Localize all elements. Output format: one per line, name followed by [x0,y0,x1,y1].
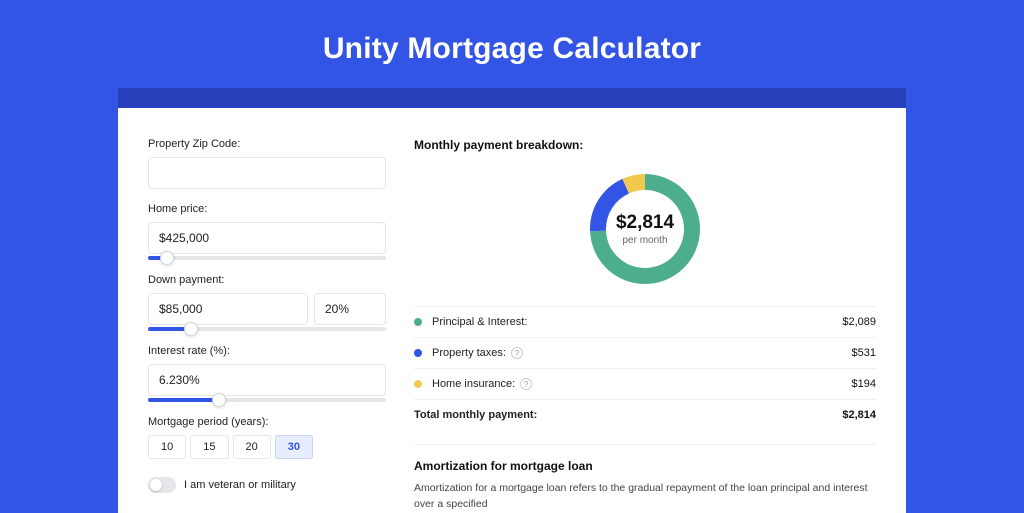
interest-input[interactable] [148,364,386,396]
legend-row: Property taxes:? $531 [414,338,876,369]
period-options: 10152030 [148,435,386,459]
veteran-toggle[interactable] [148,477,176,493]
interest-slider-fill [148,398,219,402]
period-option-20[interactable]: 20 [233,435,271,459]
legend-dot [414,349,422,357]
zip-label: Property Zip Code: [148,138,386,150]
breakdown-column: Monthly payment breakdown: $2,814 per mo… [414,138,876,513]
home-price-slider[interactable] [148,256,386,260]
period-label: Mortgage period (years): [148,416,386,428]
down-payment-slider[interactable] [148,327,386,331]
zip-row: Property Zip Code: [148,138,386,189]
zip-input[interactable] [148,157,386,189]
home-price-slider-thumb[interactable] [160,251,174,265]
down-payment-label: Down payment: [148,274,386,286]
legend-label: Property taxes:? [432,347,523,359]
donut-wrap: $2,814 per month [414,162,876,306]
down-payment-percent-input[interactable] [314,293,386,325]
legend-dot [414,318,422,326]
page-header: Unity Mortgage Calculator [0,0,1024,88]
down-payment-amount-input[interactable] [148,293,308,325]
legend-row: Home insurance:? $194 [414,369,876,400]
veteran-row: I am veteran or military [148,477,386,493]
interest-slider-thumb[interactable] [212,393,226,407]
interest-row: Interest rate (%): [148,345,386,402]
payment-donut-chart: $2,814 per month [584,168,706,290]
legend-row: Principal & Interest: $2,089 [414,307,876,338]
legend-total-row: Total monthly payment: $2,814 [414,400,876,430]
home-price-label: Home price: [148,203,386,215]
amortization-section: Amortization for mortgage loan Amortizat… [414,444,876,513]
total-value: $2,814 [842,409,876,421]
legend-label: Home insurance:? [432,378,532,390]
amortization-title: Amortization for mortgage loan [414,459,876,473]
help-icon[interactable]: ? [520,378,532,390]
interest-slider[interactable] [148,398,386,402]
home-price-row: Home price: [148,203,386,260]
down-payment-slider-thumb[interactable] [184,322,198,336]
header-accent-bar [118,88,906,108]
inputs-column: Property Zip Code: Home price: Down paym… [148,138,386,513]
legend-value: $531 [852,347,876,359]
donut-sub: per month [622,235,667,246]
page-title: Unity Mortgage Calculator [0,32,1024,66]
legend-dot [414,380,422,388]
donut-center: $2,814 per month [584,168,706,290]
legend-value: $2,089 [842,316,876,328]
total-label: Total monthly payment: [414,409,537,421]
help-icon[interactable]: ? [511,347,523,359]
legend-value: $194 [852,378,876,390]
breakdown-legend: Principal & Interest: $2,089 Property taxe… [414,306,876,430]
donut-amount: $2,814 [616,212,674,234]
veteran-label: I am veteran or military [184,479,296,491]
down-payment-row: Down payment: [148,274,386,331]
amortization-body: Amortization for a mortgage loan refers … [414,481,876,513]
breakdown-title: Monthly payment breakdown: [414,138,876,152]
legend-label: Principal & Interest: [432,316,527,328]
period-option-15[interactable]: 15 [190,435,228,459]
period-option-10[interactable]: 10 [148,435,186,459]
period-option-30[interactable]: 30 [275,435,313,459]
interest-label: Interest rate (%): [148,345,386,357]
calculator-card: Property Zip Code: Home price: Down paym… [118,108,906,513]
period-row: Mortgage period (years): 10152030 [148,416,386,459]
home-price-input[interactable] [148,222,386,254]
